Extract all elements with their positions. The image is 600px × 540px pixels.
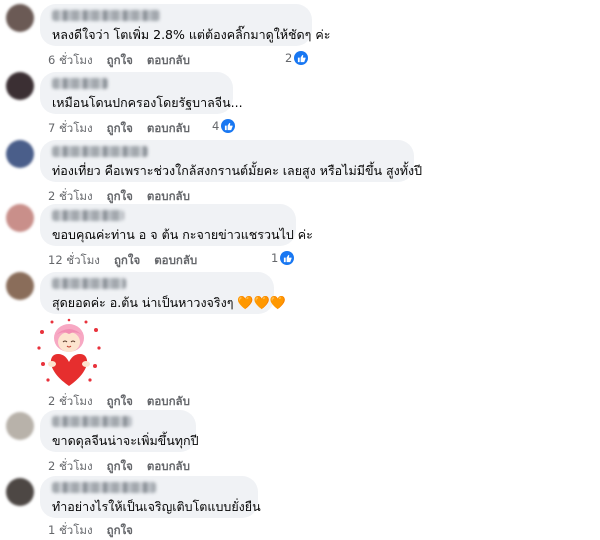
reaction-count[interactable]: 2 <box>285 51 309 65</box>
comment-bubble: สุดยอดค่ะ อ.ต้น น่าเป็นหาวงจริงๆ 🧡🧡🧡 <box>40 272 286 314</box>
like-button[interactable]: ถูกใจ <box>107 52 133 70</box>
like-button[interactable]: ถูกใจ <box>107 458 133 476</box>
thumbs-up-icon <box>294 51 309 65</box>
orange-heart-emojis: 🧡🧡🧡 <box>237 296 286 311</box>
reaction-count[interactable]: 4 <box>212 119 236 133</box>
comment-text: ทำอย่างไรให้เป็นเจริญเติบโตแบบยั่งยืน <box>52 499 261 514</box>
author-name-blurred[interactable] <box>52 210 124 221</box>
reply-button[interactable]: ตอบกลับ <box>147 52 190 70</box>
author-name-blurred[interactable] <box>52 416 132 427</box>
comment-text: ขอบคุณค่ะท่าน อ จ ต้น กะจายข่าวแชรวนไป ค… <box>52 227 313 242</box>
avatar[interactable] <box>6 272 34 300</box>
heart-hug-sticker[interactable] <box>36 318 102 390</box>
timestamp[interactable]: 6 ชั่วโมง <box>48 52 93 70</box>
comment-text: สุดยอดค่ะ อ.ต้น น่าเป็นหาวงจริงๆ 🧡🧡🧡 <box>52 294 286 312</box>
comment-meta: 12 ชั่วโมง ถูกใจ ตอบกลับ <box>48 252 197 270</box>
comment-meta: 2 ชั่วโมง ถูกใจ ตอบกลับ <box>48 458 190 476</box>
comment-bubble: เหมือนโดนปกครองโดยรัฐบาลจีน... <box>40 72 243 114</box>
timestamp[interactable]: 1 ชั่วโมง <box>48 522 93 540</box>
like-button[interactable]: ถูกใจ <box>107 393 133 411</box>
avatar[interactable] <box>6 72 34 100</box>
comment-text: เหมือนโดนปกครองโดยรัฐบาลจีน... <box>52 95 243 110</box>
comment-meta: 6 ชั่วโมง ถูกใจ ตอบกลับ <box>48 52 190 70</box>
timestamp[interactable]: 2 ชั่วโมง <box>48 393 93 411</box>
comment-text: ขาดดุลจีนน่าจะเพิ่มขึ้นทุกปี <box>52 433 199 448</box>
author-name-blurred[interactable] <box>52 10 160 21</box>
timestamp[interactable]: 12 ชั่วโมง <box>48 252 100 270</box>
thumbs-up-icon <box>221 119 236 133</box>
reply-button[interactable]: ตอบกลับ <box>147 120 190 138</box>
comment-bubble: หลงดีใจว่า โตเพิ่ม 2.8% แต่ต้องคลิ๊กมาดู… <box>40 4 331 46</box>
comment-bubble: ท่องเที่ยว คือเพราะช่วงใกล้สงกรานต์มั้ยค… <box>40 140 423 182</box>
comment-bubble: ทำอย่างไรให้เป็นเจริญเติบโตแบบยั่งยืน <box>40 476 261 518</box>
avatar[interactable] <box>6 204 34 232</box>
timestamp[interactable]: 2 ชั่วโมง <box>48 458 93 476</box>
comment-meta: 2 ชั่วโมง ถูกใจ ตอบกลับ <box>48 393 190 411</box>
comment-text: หลงดีใจว่า โตเพิ่ม 2.8% แต่ต้องคลิ๊กมาดู… <box>52 27 331 42</box>
like-button[interactable]: ถูกใจ <box>107 522 133 540</box>
author-name-blurred[interactable] <box>52 146 148 157</box>
comment-text-body: สุดยอดค่ะ อ.ต้น น่าเป็นหาวงจริงๆ <box>52 295 234 310</box>
timestamp[interactable]: 7 ชั่วโมง <box>48 120 93 138</box>
author-name-blurred[interactable] <box>52 278 126 289</box>
comment-text: ท่องเที่ยว คือเพราะช่วงใกล้สงกรานต์มั้ยค… <box>52 163 423 178</box>
author-name-blurred[interactable] <box>52 78 108 89</box>
comment-meta: 7 ชั่วโมง ถูกใจ ตอบกลับ <box>48 120 190 138</box>
avatar[interactable] <box>6 478 34 506</box>
reply-button[interactable]: ตอบกลับ <box>154 252 197 270</box>
avatar[interactable] <box>6 4 34 32</box>
comment-bubble: ขอบคุณค่ะท่าน อ จ ต้น กะจายข่าวแชรวนไป ค… <box>40 204 313 246</box>
comment-bubble: ขาดดุลจีนน่าจะเพิ่มขึ้นทุกปี <box>40 410 199 452</box>
like-button[interactable]: ถูกใจ <box>107 120 133 138</box>
thumbs-up-icon <box>280 251 295 265</box>
avatar[interactable] <box>6 412 34 440</box>
reply-button[interactable]: ตอบกลับ <box>147 393 190 411</box>
reaction-count[interactable]: 1 <box>271 251 295 265</box>
like-button[interactable]: ถูกใจ <box>114 252 140 270</box>
comment-meta: 1 ชั่วโมง ถูกใจ <box>48 522 133 540</box>
reply-button[interactable]: ตอบกลับ <box>147 458 190 476</box>
author-name-blurred[interactable] <box>52 482 156 493</box>
avatar[interactable] <box>6 140 34 168</box>
